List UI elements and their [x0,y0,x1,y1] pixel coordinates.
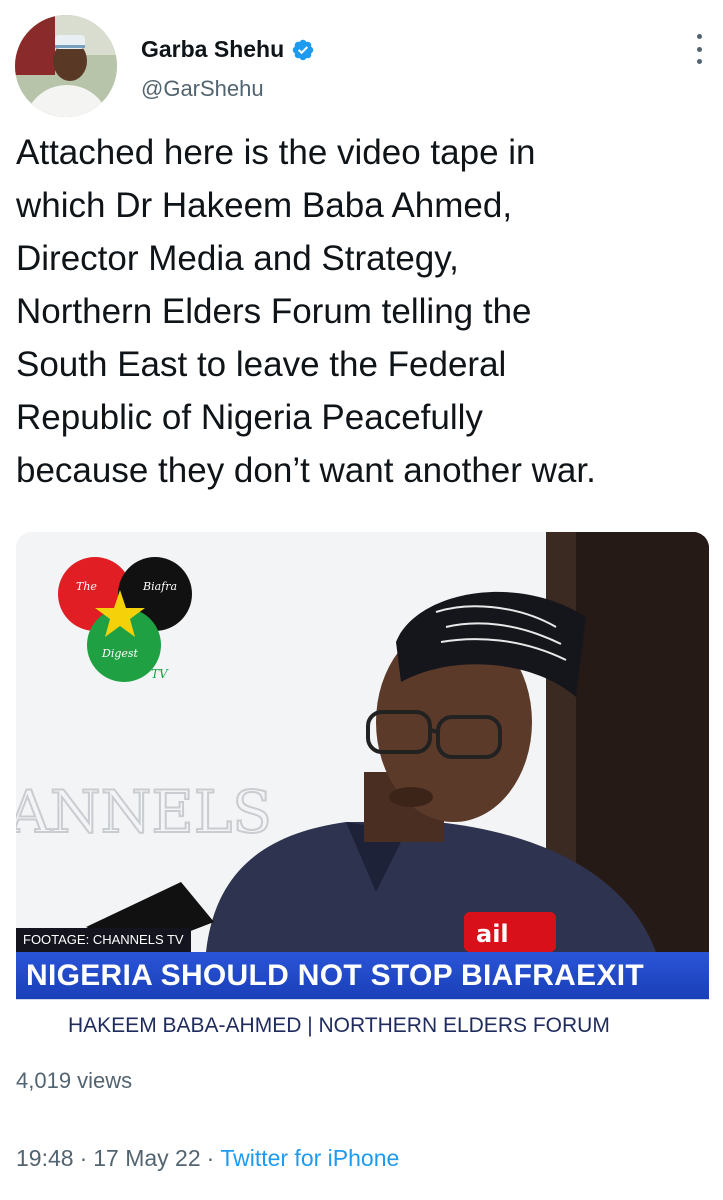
svg-text:ail: ail [476,920,509,948]
video-subtitle: HAKEEM BABA-AHMED | NORTHERN ELDERS FORU… [16,999,709,1052]
meta-separator: · [206,1145,215,1171]
tweet-text: Attached here is the video tape in which… [16,126,716,497]
tweet-text-line: which Dr Hakeem Baba Ahmed, [16,186,513,225]
tweet-date[interactable]: 17 May 22 [93,1145,200,1171]
logo-text-biafra: Biafra [142,580,177,593]
tweet-time[interactable]: 19:48 [16,1145,74,1171]
tweet-meta: 19:48 · 17 May 22 · Twitter for iPhone [16,1145,399,1172]
tweet-text-line: Northern Elders Forum telling the [16,292,532,331]
footage-label: FOOTAGE: CHANNELS TV [16,928,191,952]
view-count: 4,019 views [16,1068,133,1093]
channel-watermark: ANNELS [16,778,272,846]
tweet-text-line: South East to leave the Federal [16,345,507,384]
author-display-name[interactable]: Garba Shehu [141,36,284,63]
tweet-text-line: because they don’t want another war. [16,451,596,490]
tweet-text-line: Director Media and Strategy, [16,239,459,278]
source-link[interactable]: Twitter for iPhone [220,1145,399,1171]
video-frame: ANNELS The Biafra Digest TV ail [16,532,709,952]
logo-text-tv: TV [151,667,169,681]
avatar-photo [15,15,117,117]
author-name-row: Garba Shehu [141,36,315,63]
avatar[interactable] [15,15,117,117]
lower-third: NIGERIA SHOULD NOT STOP BIAFRAEXIT HAKEE… [16,952,709,1052]
tweet-header: Garba Shehu @GarShehu [0,0,723,130]
video-headline: NIGERIA SHOULD NOT STOP BIAFRAEXIT [16,952,709,999]
logo-text-the: The [76,580,97,593]
tweet-text-line: Republic of Nigeria Peacefully [16,398,483,437]
video-player[interactable]: ANNELS The Biafra Digest TV ail FOOTAGE:… [16,532,709,1052]
more-options-icon[interactable] [693,34,705,64]
meta-separator: · [79,1145,88,1171]
author-handle[interactable]: @GarShehu [141,76,264,102]
verified-badge-icon [292,39,314,60]
logo-text-digest: Digest [101,647,139,660]
tweet-text-line: Attached here is the video tape in [16,133,536,172]
